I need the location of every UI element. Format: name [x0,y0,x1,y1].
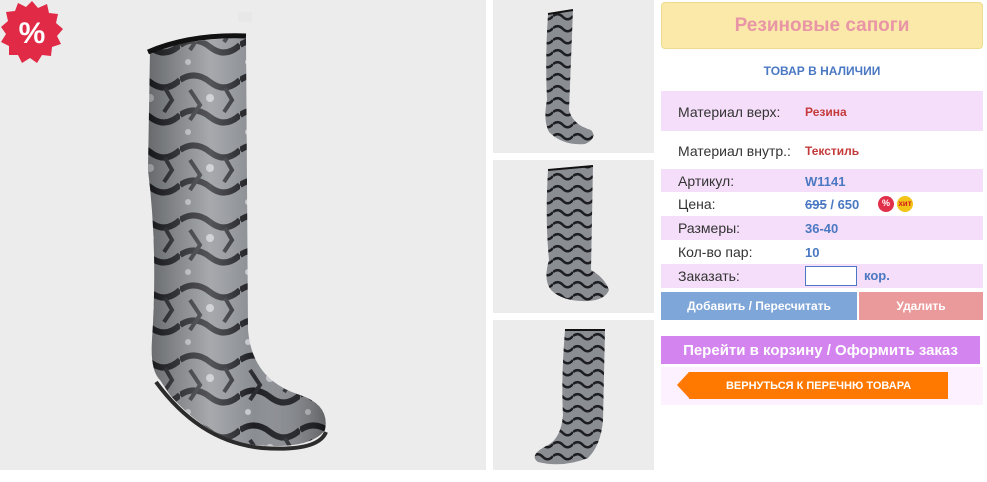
spec-row-price: Цена: 695 / 650 % хит [661,192,983,216]
sale-percent-icon: % [1,1,63,63]
old-price: 695 [805,197,827,212]
main-product-photo[interactable]: % [0,0,486,470]
spec-row-order: Заказать: кор. [661,264,983,288]
thumbnail-3[interactable] [493,320,654,470]
spec-label: Материал внутр.: [678,143,791,159]
product-page: % Резиновые сапоги ТОВАР В НАЛИЧИИ Матер… [0,0,987,482]
add-recalculate-button[interactable]: Добавить / Пересчитать [661,292,857,320]
boot-thumb-front-image [546,165,609,302]
discount-badge-label: % [881,198,890,208]
order-quantity-input[interactable] [805,266,857,286]
delete-button[interactable]: Удалить [859,292,983,320]
spec-label: Цена: [678,196,716,212]
product-title-box: Резиновые сапоги [661,2,983,49]
price-separator: / [830,197,834,212]
spec-value: 36-40 [805,221,839,236]
spec-value: Текстиль [805,144,860,158]
spec-value: Резина [805,105,847,119]
boot-thumb-angle-image [534,329,605,465]
spec-row-material-top: Материал верх: Резина [661,91,983,131]
stock-status: ТОВАР В НАЛИЧИИ [763,64,881,78]
spec-row-material-inner: Материал внутр.: Текстиль [661,131,983,169]
spec-label: Размеры: [678,220,741,236]
back-to-list-button[interactable]: ВЕРНУТЬСЯ К ПЕРЕЧНЮ ТОВАРА [677,372,948,399]
order-unit: кор. [864,268,890,283]
product-title: Резиновые сапоги [734,14,910,36]
spec-label: Артикул: [678,173,735,189]
spec-row-sku: Артикул: W1141 [661,169,983,192]
boot-thumb-side-image [545,9,594,145]
spec-label: Материал верх: [678,104,781,120]
sale-badge-label: % [19,17,46,50]
spec-row-pairs: Кол-во пар: 10 [661,240,983,264]
discount-icon: % [878,196,894,212]
spec-value: 10 [805,245,820,260]
thumbnail-1[interactable] [493,0,654,153]
boot-image [147,12,328,451]
spec-label: Заказать: [678,268,740,284]
spec-value: W1141 [805,174,846,189]
go-to-cart-button[interactable]: Перейти в корзину / Оформить заказ [661,336,980,364]
price-value: 695 / 650 [805,197,859,212]
spec-label: Кол-во пар: [678,244,753,260]
back-container: ВЕРНУТЬСЯ К ПЕРЕЧНЮ ТОВАРА [661,367,983,405]
spec-row-sizes: Размеры: 36-40 [661,216,983,240]
new-price: 650 [837,197,860,212]
hit-badge-label: хит [898,199,912,208]
thumbnail-2[interactable] [493,160,654,313]
hit-icon: хит [897,196,913,212]
